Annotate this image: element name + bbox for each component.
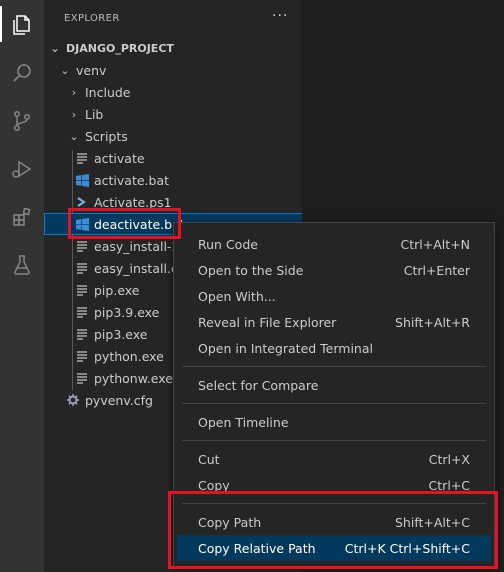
- menu-item-shortcut: Ctrl+K Ctrl+Shift+C: [344, 540, 470, 556]
- context-menu: Run Code Ctrl+Alt+N Open to the Side Ctr…: [173, 222, 495, 567]
- testing-icon[interactable]: [0, 245, 44, 285]
- tree-item-label: activate.bat: [94, 172, 170, 188]
- chevron-down-icon: ⌄: [60, 63, 70, 77]
- menu-item-open-to-side[interactable]: Open to the Side Ctrl+Enter: [174, 257, 494, 283]
- text-file-icon: [75, 328, 89, 340]
- windows-icon: [75, 217, 89, 231]
- menu-item-label: Copy Path: [198, 514, 262, 530]
- menu-item-shortcut: Shift+Alt+C: [394, 514, 470, 530]
- explorer-icon[interactable]: [0, 5, 44, 45]
- menu-separator: [182, 403, 486, 404]
- menu-item-shortcut: Ctrl+C: [428, 477, 470, 493]
- tree-item-label: Lib: [85, 106, 104, 122]
- menu-item-open-with[interactable]: Open With...: [174, 283, 494, 309]
- menu-item-label: Copy Relative Path: [198, 540, 316, 556]
- text-file-icon: [75, 240, 89, 252]
- tree-item-label: pip3.9.exe: [94, 304, 160, 320]
- tree-item-venv[interactable]: ⌄ venv: [44, 59, 318, 81]
- tree-item-label: python.exe: [94, 348, 164, 364]
- tree-item-label: easy_install.ex: [94, 260, 186, 276]
- text-file-icon: [75, 262, 89, 274]
- text-file-icon: [75, 350, 89, 362]
- tree-item-label: deactivate.bat: [94, 216, 185, 232]
- tree-item-label: venv: [76, 62, 107, 78]
- menu-item-copy-path[interactable]: Copy Path Shift+Alt+C: [174, 509, 494, 535]
- menu-item-label: Open With...: [198, 288, 276, 304]
- menu-separator: [182, 503, 486, 504]
- tree-item-label: Scripts: [85, 128, 128, 144]
- menu-item-cut[interactable]: Cut Ctrl+X: [174, 446, 494, 472]
- menu-separator: [182, 440, 486, 441]
- menu-item-label: Open in Integrated Terminal: [198, 340, 373, 356]
- tree-item-lib[interactable]: › Lib: [44, 103, 327, 125]
- menu-item-label: Copy: [198, 477, 230, 493]
- extensions-icon[interactable]: [0, 197, 44, 237]
- tree-item-scripts[interactable]: ⌄ Scripts: [44, 125, 327, 147]
- tree-item-activate[interactable]: activate: [44, 147, 333, 169]
- chevron-right-icon: ›: [71, 107, 77, 121]
- menu-item-label: Reveal in File Explorer: [198, 314, 337, 330]
- menu-item-open-timeline[interactable]: Open Timeline: [174, 409, 494, 435]
- menu-item-label: Open to the Side: [198, 262, 304, 278]
- tree-item-activate-bat[interactable]: activate.bat: [44, 169, 333, 191]
- menu-item-select-for-compare[interactable]: Select for Compare: [174, 372, 494, 398]
- tree-item-label: activate: [94, 150, 145, 166]
- windows-icon: [75, 173, 89, 187]
- tree-item-activate-ps1[interactable]: Activate.ps1: [44, 191, 333, 213]
- powershell-icon: [75, 196, 89, 208]
- tree-item-label: Include: [85, 84, 131, 100]
- tree-item-label: DJANGO_PROJECT: [66, 41, 174, 55]
- menu-item-run-code[interactable]: Run Code Ctrl+Alt+N: [174, 231, 494, 257]
- tree-item-include[interactable]: › Include: [44, 81, 327, 103]
- tree-item-label: Activate.ps1: [94, 194, 172, 210]
- menu-item-copy-relative-path[interactable]: Copy Relative Path Ctrl+K Ctrl+Shift+C: [177, 535, 491, 561]
- tree-item-label: pip3.exe: [94, 326, 148, 342]
- gear-icon: [66, 394, 80, 406]
- menu-separator: [182, 366, 486, 367]
- chevron-down-icon: ⌄: [69, 129, 79, 143]
- menu-item-label: Select for Compare: [198, 377, 319, 393]
- text-file-icon: [75, 372, 89, 384]
- menu-item-shortcut: Ctrl+Alt+N: [400, 236, 470, 252]
- text-file-icon: [75, 306, 89, 318]
- tree-item-label: pythonw.exe: [94, 370, 173, 386]
- menu-item-label: Cut: [198, 451, 220, 467]
- activity-bar: [0, 0, 44, 572]
- explorer-title: EXPLORER: [64, 13, 120, 24]
- tree-item-label: pip.exe: [94, 282, 140, 298]
- menu-item-copy[interactable]: Copy Ctrl+C: [174, 472, 494, 498]
- menu-item-label: Run Code: [198, 236, 258, 252]
- source-control-icon[interactable]: [0, 101, 44, 141]
- text-file-icon: [75, 284, 89, 296]
- chevron-down-icon: ⌄: [50, 41, 60, 55]
- run-debug-icon[interactable]: [0, 149, 44, 189]
- more-actions-button[interactable]: ···: [272, 8, 288, 24]
- tree-item-label: pyvenv.cfg: [85, 392, 153, 408]
- text-file-icon: [75, 152, 89, 164]
- menu-item-label: Open Timeline: [198, 414, 289, 430]
- menu-item-shortcut: Ctrl+Enter: [403, 262, 470, 278]
- menu-item-open-in-terminal[interactable]: Open in Integrated Terminal: [174, 335, 494, 361]
- tree-item-label: easy_install-3.: [94, 238, 184, 254]
- chevron-right-icon: ›: [71, 85, 77, 99]
- menu-item-reveal-in-file-explorer[interactable]: Reveal in File Explorer Shift+Alt+R: [174, 309, 494, 335]
- tree-item-project[interactable]: ⌄ DJANGO_PROJECT: [44, 37, 308, 59]
- search-icon[interactable]: [0, 53, 44, 93]
- menu-item-shortcut: Shift+Alt+R: [395, 314, 470, 330]
- menu-item-shortcut: Ctrl+X: [428, 451, 470, 467]
